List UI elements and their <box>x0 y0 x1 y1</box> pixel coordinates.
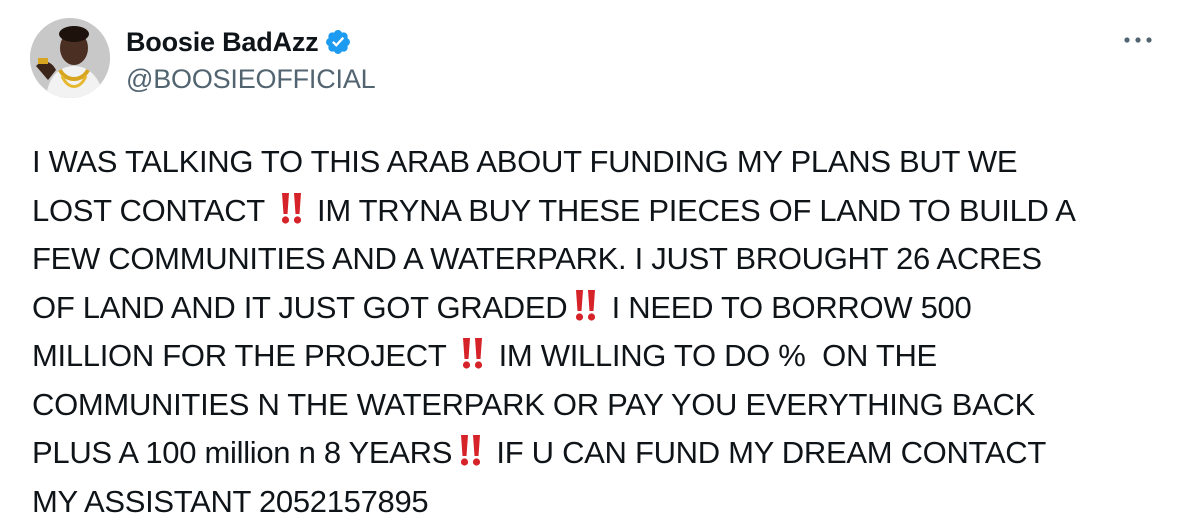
tweet-text-segment: I NEED TO BORROW 500 <box>603 289 972 325</box>
tweet-line: OF LAND AND IT JUST GOT GRADED I NEED TO… <box>32 284 1154 333</box>
double-exclamation-icon <box>570 288 600 322</box>
verified-badge-icon[interactable] <box>324 28 352 56</box>
tweet-card: Boosie BadAzz @BOOSIEOFFICIAL I WAS TALK… <box>0 0 1184 524</box>
more-horizontal-icon <box>1124 37 1152 43</box>
tweet-text-segment: LOST CONTACT <box>32 192 273 228</box>
tweet-text-segment: FEW COMMUNITIES AND A WATERPARK. I JUST … <box>32 241 1042 276</box>
tweet-text-segment: I WAS TALKING TO THIS ARAB ABOUT FUNDING… <box>32 144 1018 179</box>
tweet-line: PLUS A 100 million n 8 YEARS IF U CAN FU… <box>32 429 1154 478</box>
tweet-text-segment: PLUS A 100 million n 8 YEARS <box>32 435 453 470</box>
name-row: Boosie BadAzz <box>126 24 375 60</box>
display-name[interactable]: Boosie BadAzz <box>126 27 319 58</box>
user-info: Boosie BadAzz @BOOSIEOFFICIAL <box>126 24 376 95</box>
user-handle[interactable]: @BOOSIEOFFICIAL <box>126 64 376 95</box>
tweet-text-segment: MILLION FOR THE PROJECT <box>32 338 455 373</box>
tweet-line: MY ASSISTANT 2052157895 <box>32 478 1154 524</box>
double-exclamation-icon <box>455 433 485 467</box>
double-exclamation-icon <box>457 336 487 370</box>
tweet-text-segment: MY ASSISTANT 2052157895 <box>32 483 429 519</box>
tweet-line: MILLION FOR THE PROJECT IM WILLING TO DO… <box>32 332 1154 381</box>
avatar[interactable] <box>30 18 110 98</box>
double-exclamation-icon <box>276 191 306 225</box>
tweet-line: I WAS TALKING TO THIS ARAB ABOUT FUNDING… <box>32 138 1154 187</box>
tweet-line: COMMUNITIES N THE WATERPARK OR PAY YOU E… <box>32 381 1154 430</box>
tweet-text-segment: IM TRYNA BUY THESE PIECES OF LAND TO BUI… <box>308 192 1076 228</box>
tweet-text: I WAS TALKING TO THIS ARAB ABOUT FUNDING… <box>30 138 1154 524</box>
more-options-button[interactable] <box>1120 22 1156 58</box>
tweet-text-segment: IM WILLING TO DO % ON THE <box>490 338 938 373</box>
tweet-text-segment: IF U CAN FUND MY DREAM CONTACT <box>488 435 1046 470</box>
tweet-text-segment: COMMUNITIES N THE WATERPARK OR PAY YOU E… <box>32 386 1035 422</box>
tweet-text-segment: OF LAND AND IT JUST GOT GRADED <box>32 289 568 325</box>
profile-photo-icon <box>30 18 110 98</box>
tweet-line: LOST CONTACT IM TRYNA BUY THESE PIECES O… <box>32 187 1154 236</box>
tweet-line: FEW COMMUNITIES AND A WATERPARK. I JUST … <box>32 235 1154 284</box>
tweet-header: Boosie BadAzz @BOOSIEOFFICIAL <box>30 18 1154 104</box>
